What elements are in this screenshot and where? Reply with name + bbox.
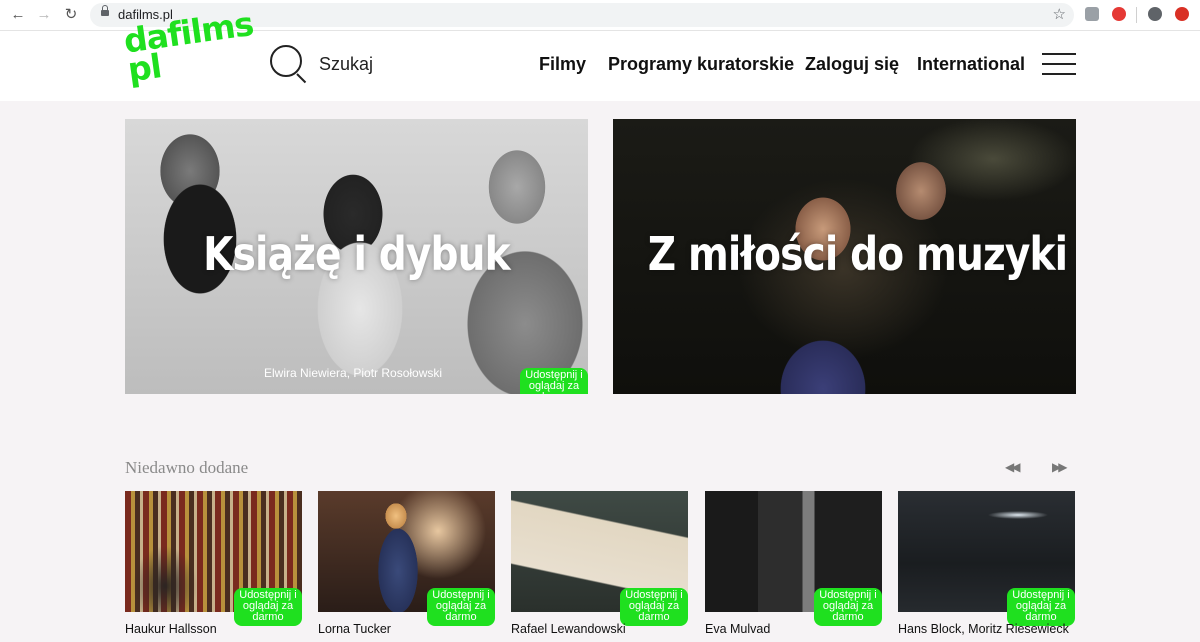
film-card[interactable]: Udostępnij i oglądaj za darmo Hans Block… — [898, 491, 1075, 642]
section-title-recently-added: Niedawno dodane — [125, 458, 249, 477]
film-card[interactable]: Udostępnij i oglądaj za darmo Eva Mulvad — [705, 491, 882, 642]
search-icon[interactable] — [270, 45, 302, 77]
share-watch-free-badge[interactable]: Udostępnij i oglądaj za darmo — [1007, 588, 1075, 626]
featured-program-card[interactable]: Z miłości do muzyki — [613, 119, 1076, 394]
url-text[interactable]: dafilms.pl — [118, 7, 173, 22]
hamburger-menu-icon[interactable] — [1042, 53, 1076, 75]
search-link[interactable]: Szukaj — [319, 54, 373, 75]
film-author[interactable]: Rafael Lewandowski — [511, 622, 626, 636]
site-header: dafilms. pl Szukaj Filmy Programy kurato… — [0, 9, 1200, 101]
camera-icon[interactable] — [1085, 7, 1099, 21]
share-watch-free-badge[interactable]: Udostępnij i oglądaj za darmo — [520, 368, 588, 394]
film-author[interactable]: Haukur Hallsson — [125, 622, 217, 636]
nav-login[interactable]: Zaloguj się — [805, 54, 899, 75]
update-icon[interactable] — [1175, 7, 1189, 21]
film-author[interactable]: Lorna Tucker — [318, 622, 391, 636]
extension-icon[interactable] — [1112, 7, 1126, 21]
reload-icon[interactable]: ↻ — [62, 6, 80, 24]
carousel-next-icon[interactable]: ▶▶ — [1052, 461, 1072, 473]
share-watch-free-badge[interactable]: Udostępnij i oglądaj za darmo — [234, 588, 302, 626]
share-watch-free-badge[interactable]: Udostępnij i oglądaj za darmo — [620, 588, 688, 626]
featured-film-credit: Elwira Niewiera, Piotr Rosołowski — [264, 366, 443, 380]
toolbar-divider — [1136, 7, 1137, 23]
share-watch-free-badge[interactable]: Udostępnij i oglądaj za darmo — [427, 588, 495, 626]
share-watch-free-badge[interactable]: Udostępnij i oglądaj za darmo — [814, 588, 882, 626]
film-card[interactable]: Udostępnij i oglądaj za darmo Haukur Hal… — [125, 491, 302, 642]
bookmark-star-icon[interactable]: ☆ — [1053, 5, 1066, 23]
account-icon[interactable] — [1148, 7, 1162, 21]
lock-icon — [101, 5, 109, 16]
nav-curated-programs[interactable]: Programy kuratorskie — [608, 54, 794, 75]
nav-international[interactable]: International — [917, 54, 1025, 75]
nav-films[interactable]: Filmy — [539, 54, 586, 75]
forward-arrow-icon[interactable]: → — [35, 6, 53, 24]
featured-program-title: Z miłości do muzyki — [647, 227, 1068, 281]
featured-film-title: Książę i dybuk — [203, 227, 511, 281]
film-author[interactable]: Hans Block, Moritz Riesewieck — [898, 622, 1069, 636]
carousel-prev-icon[interactable]: ◀◀ — [1005, 461, 1025, 473]
film-card[interactable]: Udostępnij i oglądaj za darmo Lorna Tuck… — [318, 491, 495, 642]
film-author[interactable]: Eva Mulvad — [705, 622, 770, 636]
film-card[interactable]: Udostępnij i oglądaj za darmo Rafael Lew… — [511, 491, 688, 642]
back-arrow-icon[interactable]: ← — [9, 6, 27, 24]
featured-film-card[interactable]: Książę i dybuk Elwira Niewiera, Piotr Ro… — [125, 119, 588, 394]
